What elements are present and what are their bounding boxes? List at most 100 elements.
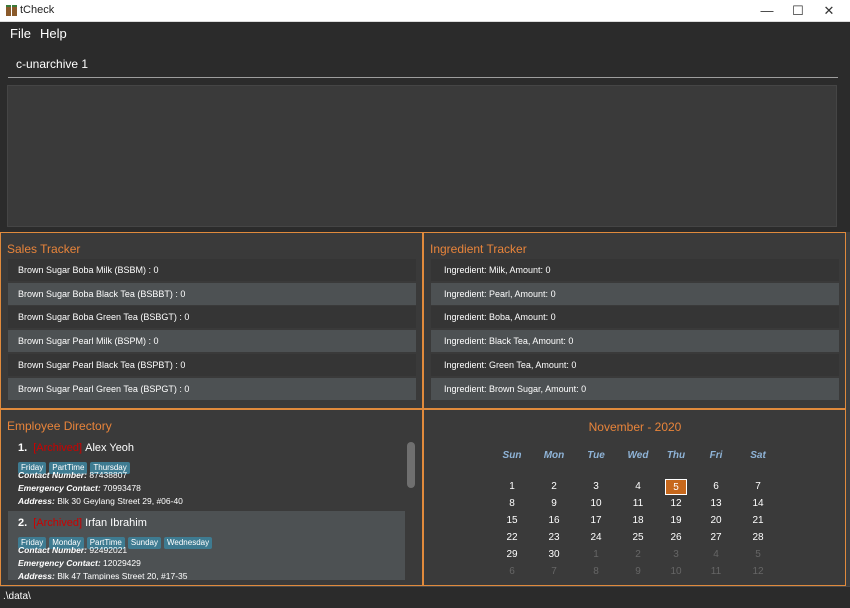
employee-card[interactable]: 2. [Archived] Irfan Ibrahim Friday Monday Pa…	[8, 511, 405, 580]
sales-item[interactable]: Brown Sugar Boba Green Tea (BSBGT) : 0	[8, 306, 416, 328]
result-area	[0, 82, 850, 232]
employee-tags: Friday Monday PartTime Sunday Wednesday	[18, 532, 215, 549]
tag: Wednesday	[164, 537, 213, 549]
address-label: Address:	[18, 571, 55, 580]
calendar-day[interactable]: 14	[747, 496, 769, 512]
menu-file[interactable]: File	[10, 26, 31, 41]
calendar-day[interactable]: 8	[501, 496, 523, 512]
calendar-day[interactable]: 11	[705, 564, 727, 580]
emergency-contact: Emergency Contact: 12029429	[18, 558, 141, 568]
address: Address: Blk 47 Tampines Street 20, #17-…	[18, 571, 187, 580]
employee-list[interactable]: 1. [Archived] Alex Yeoh Friday PartTime Thur…	[8, 436, 405, 580]
ingredient-item[interactable]: Ingredient: Milk, Amount: 0	[431, 259, 839, 281]
employee-index: 1.	[18, 442, 28, 454]
contact-number: Contact Number: 87438807	[18, 470, 127, 480]
emergency-value: 12029429	[103, 558, 141, 568]
window-title: tCheck	[20, 4, 55, 16]
close-button[interactable]: ✕	[814, 0, 844, 22]
calendar-day[interactable]: 8	[585, 564, 607, 580]
ingredient-item[interactable]: Ingredient: Green Tea, Amount: 0	[431, 354, 839, 376]
calendar-day[interactable]: 18	[627, 513, 649, 529]
calendar-day[interactable]: 26	[665, 530, 687, 546]
contact-label: Contact Number:	[18, 470, 87, 480]
scrollbar-thumb[interactable]	[407, 442, 415, 488]
ingredient-tracker-panel: Ingredient Tracker Ingredient: Milk, Amo…	[423, 232, 846, 409]
menu-help[interactable]: Help	[40, 26, 67, 41]
calendar-day[interactable]: 2	[627, 547, 649, 563]
ingredient-tracker-title: Ingredient Tracker	[430, 242, 527, 256]
emergency-label: Emergency Contact:	[18, 558, 101, 568]
calendar-day[interactable]: 9	[627, 564, 649, 580]
calendar-day[interactable]: 9	[543, 496, 565, 512]
calendar-day[interactable]: 24	[585, 530, 607, 546]
employee-directory-title: Employee Directory	[7, 419, 112, 433]
calendar-day[interactable]: 27	[705, 530, 727, 546]
employee-scrollbar[interactable]	[407, 438, 415, 582]
sales-item[interactable]: Brown Sugar Pearl Milk (BSPM) : 0	[8, 330, 416, 352]
calendar-day[interactable]: 1	[585, 547, 607, 563]
calendar-day[interactable]: 1	[501, 479, 523, 495]
calendar-day[interactable]: 30	[543, 547, 565, 563]
archived-label: [Archived]	[33, 517, 83, 529]
calendar-day[interactable]: 16	[543, 513, 565, 529]
weekday-header: Mon	[543, 450, 565, 461]
calendar-day[interactable]: 12	[665, 496, 687, 512]
calendar-day[interactable]: 2	[543, 479, 565, 495]
ingredient-item[interactable]: Ingredient: Brown Sugar, Amount: 0	[431, 378, 839, 400]
calendar-day[interactable]: 3	[585, 479, 607, 495]
calendar-day[interactable]: 6	[705, 479, 727, 495]
calendar-day[interactable]: 7	[747, 479, 769, 495]
minimize-button[interactable]: —	[752, 0, 782, 22]
calendar-day[interactable]: 11	[627, 496, 649, 512]
calendar-day[interactable]: 12	[747, 564, 769, 580]
result-display	[7, 85, 837, 227]
calendar-day[interactable]: 3	[665, 547, 687, 563]
calendar-day[interactable]: 15	[501, 513, 523, 529]
ingredient-item[interactable]: Ingredient: Black Tea, Amount: 0	[431, 330, 839, 352]
sales-item[interactable]: Brown Sugar Boba Milk (BSBM) : 0	[8, 259, 416, 281]
calendar-title: November - 2020	[588, 420, 682, 434]
calendar-day[interactable]: 6	[501, 564, 523, 580]
contact-label: Contact Number:	[18, 545, 87, 555]
calendar-day[interactable]: 5	[747, 547, 769, 563]
address-value: Blk 30 Geylang Street 29, #06-40	[57, 496, 183, 506]
ingredient-item[interactable]: Ingredient: Boba, Amount: 0	[431, 306, 839, 328]
maximize-button[interactable]: ☐	[783, 0, 813, 22]
calendar-day[interactable]: 20	[705, 513, 727, 529]
sales-item[interactable]: Brown Sugar Pearl Green Tea (BSPGT) : 0	[8, 378, 416, 400]
contact-value: 92492021	[89, 545, 128, 555]
address-value: Blk 47 Tampines Street 20, #17-35	[57, 571, 188, 580]
calendar-day[interactable]: 23	[543, 530, 565, 546]
calendar-day[interactable]: 25	[627, 530, 649, 546]
sales-item[interactable]: Brown Sugar Boba Black Tea (BSBBT) : 0	[8, 283, 416, 305]
calendar-day[interactable]: 7	[543, 564, 565, 580]
calendar-day[interactable]: 21	[747, 513, 769, 529]
sales-tracker-panel: Sales Tracker Brown Sugar Boba Milk (BSB…	[0, 232, 423, 409]
archived-label: [Archived]	[33, 442, 83, 454]
employee-tags: Friday PartTime Thursday	[18, 457, 133, 474]
emergency-label: Emergency Contact:	[18, 483, 101, 493]
calendar-day[interactable]: 17	[585, 513, 607, 529]
calendar-today[interactable]: 5	[665, 479, 687, 495]
calendar-day[interactable]: 10	[665, 564, 687, 580]
sales-item[interactable]: Brown Sugar Pearl Black Tea (BSPBT) : 0	[8, 354, 416, 376]
title-bar: tCheck — ☐ ✕	[0, 0, 850, 22]
weekday-header: Sat	[750, 450, 766, 461]
address: Address: Blk 30 Geylang Street 29, #06-4…	[18, 496, 183, 506]
calendar-day[interactable]: 29	[501, 547, 523, 563]
calendar-day[interactable]: 13	[705, 496, 727, 512]
calendar-day[interactable]: 4	[705, 547, 727, 563]
calendar-day[interactable]: 4	[627, 479, 649, 495]
calendar-day[interactable]: 28	[747, 530, 769, 546]
employee-card[interactable]: 1. [Archived] Alex Yeoh Friday PartTime Thur…	[8, 436, 405, 511]
menu-bar: File Help	[0, 22, 850, 46]
ingredient-item[interactable]: Ingredient: Pearl, Amount: 0	[431, 283, 839, 305]
weekday-header: Tue	[587, 450, 605, 461]
calendar-day[interactable]: 19	[665, 513, 687, 529]
employee-header: 1. [Archived] Alex Yeoh	[18, 442, 134, 454]
employee-index: 2.	[18, 517, 28, 529]
calendar-day[interactable]: 10	[585, 496, 607, 512]
weekday-header: Fri	[709, 450, 723, 461]
calendar-day[interactable]: 22	[501, 530, 523, 546]
command-input[interactable]	[8, 50, 838, 78]
